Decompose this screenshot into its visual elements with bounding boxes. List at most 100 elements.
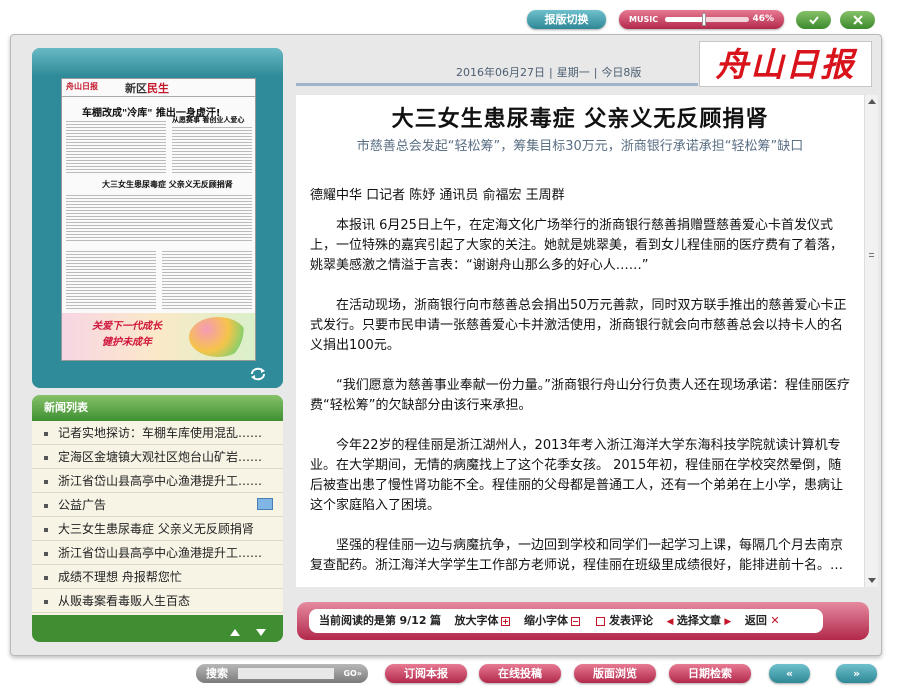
- thumbnail-headline[interactable]: 大三女生患尿毒症 父亲义无反顾捐肾: [102, 179, 233, 190]
- scroll-down-icon[interactable]: [868, 578, 876, 583]
- top-toolbar: 报版切换 MUSIC 46%: [0, 8, 918, 30]
- thumbnail-text-block: [66, 193, 252, 243]
- scroll-up-icon[interactable]: [868, 99, 876, 104]
- comment-icon: [596, 616, 606, 626]
- article-body: 本报讯 6月25日上午，在定海文化广场举行的浙商银行慈善捐赠暨慈善爱心卡首发仪式…: [310, 216, 852, 587]
- news-list-item[interactable]: 浙江省岱山县高亭中心渔港提升工……: [32, 469, 283, 493]
- search-go-button[interactable]: GO»: [343, 667, 362, 680]
- scroll-grip-icon[interactable]: [869, 251, 874, 259]
- current-article-label: 当前阅读的是第 9/12 篇: [319, 614, 441, 627]
- shrink-font-button[interactable]: 缩小字体: [524, 609, 580, 633]
- newspaper-logo: 舟山日报: [699, 41, 872, 87]
- article-paragraph: “我们愿意为慈善事业奉献一份力量。”浙商银行舟山分行负责人还在现场承诺：程佳丽医…: [310, 378, 850, 413]
- news-list-item[interactable]: 从贩毒案看毒贩人生百态: [32, 589, 283, 613]
- issue-date: 2016年06月27日: [456, 66, 545, 79]
- thumbnail-section: 新区民生: [125, 82, 169, 95]
- thumbnail-text-block: [66, 119, 166, 175]
- plus-icon: [501, 616, 511, 626]
- masthead-divider: [296, 83, 698, 86]
- subscribe-button[interactable]: 订阅本报: [385, 664, 467, 683]
- article-view: 大三女生患尿毒症 父亲义无反顾捐肾 市慈善总会发起“轻松筹”，筹集目标30万元，…: [296, 95, 864, 587]
- bullet-icon: [44, 503, 48, 508]
- news-list-item[interactable]: 大三女生患尿毒症 父亲义无反顾捐肾: [32, 517, 283, 541]
- page-thumbnail-panel: 舟山日报 新区民生 车棚改成"冷库" 推出一身虚汗! 从愿赛事 看创业人爱心 大…: [32, 48, 283, 388]
- date-search-button[interactable]: 日期检索: [669, 664, 751, 683]
- news-list-item[interactable]: 成绩不理想 舟报帮您忙: [32, 565, 283, 589]
- bullet-icon: [44, 599, 48, 604]
- music-volume-fill: [665, 17, 704, 22]
- article-scrollbar[interactable]: [864, 95, 878, 587]
- bullet-icon: [44, 455, 48, 460]
- thumbnail-masthead: 舟山日报 新区民生: [62, 79, 255, 97]
- thumbnail-ad-text: 健护未成年: [102, 337, 152, 348]
- search-input[interactable]: [238, 668, 334, 679]
- submit-article-button[interactable]: 在线投稿: [479, 664, 561, 683]
- thumbnail-text-block: [66, 249, 156, 309]
- article-byline: 德耀中华 口记者 陈妤 通讯员 俞福宏 王周群: [310, 188, 565, 203]
- image-icon: [257, 498, 273, 510]
- music-label: MUSIC: [629, 15, 659, 24]
- browse-pages-button[interactable]: 版面浏览: [574, 664, 656, 683]
- double-left-icon: «: [785, 667, 794, 680]
- balloons-image: [189, 317, 247, 357]
- thumbnail-ad[interactable]: 关爱下一代成长 健护未成年: [62, 313, 255, 360]
- arrow-down-icon[interactable]: [255, 628, 267, 637]
- refresh-button[interactable]: [247, 366, 269, 382]
- bottom-toolbar: 搜索 GO» 订阅本报 在线投稿 版面浏览 日期检索 « »: [0, 662, 918, 684]
- close-icon: ✕: [770, 614, 780, 627]
- article-paragraph: 今年22岁的程佳丽是浙江湖州人，2013年考入浙江海洋大学东海科技学院就读计算机…: [310, 438, 844, 513]
- search-label: 搜索: [206, 667, 228, 680]
- music-volume-slider[interactable]: [665, 13, 749, 26]
- music-control: MUSIC 46%: [619, 10, 784, 29]
- news-list-item[interactable]: 记者实地探访：车棚车库使用混乱……: [32, 421, 283, 445]
- news-list-title: 新闻列表: [32, 395, 283, 421]
- thumbnail-ad-text: 关爱下一代成长: [92, 321, 162, 332]
- music-volume-value: 46%: [752, 14, 774, 24]
- refresh-icon: [251, 367, 265, 381]
- bullet-icon: [44, 431, 48, 436]
- music-volume-knob[interactable]: [701, 13, 706, 26]
- article-paragraph: 坚强的程佳丽一边与病魔抗争，一边回到学校和同学们一起学习上课，每隔几个月去南京复…: [310, 538, 844, 573]
- mute-button[interactable]: [796, 11, 831, 29]
- news-list-panel: 新闻列表 记者实地探访：车棚车库使用混乱…… 定海区金塘镇大观社区炮台山矿岩………: [32, 395, 283, 642]
- enlarge-font-button[interactable]: 放大字体: [454, 609, 511, 633]
- thumbnail-header: [32, 48, 283, 76]
- back-button[interactable]: 返回 ✕: [745, 609, 780, 633]
- bullet-icon: [44, 527, 48, 532]
- issue-info: 2016年06月27日 | 星期一 | 今日8版: [456, 66, 642, 79]
- arrow-left-icon: ◀: [666, 617, 674, 627]
- news-list-pager: [229, 628, 267, 637]
- comment-button[interactable]: 发表评论: [593, 609, 653, 633]
- article-title: 大三女生患尿毒症 父亲义无反顾捐肾: [391, 107, 769, 132]
- reader-toolbar-content: 当前阅读的是第 9/12 篇 放大字体 缩小字体 发表评论 ◀ 选择文章 ▶ 返…: [309, 609, 823, 633]
- news-list-item[interactable]: 定海区金塘镇大观社区炮台山矿岩……: [32, 445, 283, 469]
- news-list-item[interactable]: 公益广告: [32, 493, 283, 517]
- page-thumbnail[interactable]: 舟山日报 新区民生 车棚改成"冷库" 推出一身虚汗! 从愿赛事 看创业人爱心 大…: [61, 78, 256, 361]
- article-paragraph: 在活动现场，浙商银行向市慈善总会捐出50万元善款，同时双方联手推出的慈善爱心卡正…: [310, 298, 847, 353]
- check-icon: [808, 16, 819, 25]
- thumbnail-text-block: [172, 125, 252, 175]
- thumbnail-headline[interactable]: 从愿赛事 看创业人爱心: [172, 115, 244, 125]
- search-box: 搜索 GO»: [196, 664, 368, 683]
- issue-weekday: 星期一: [556, 66, 590, 79]
- reader-toolbar: 当前阅读的是第 9/12 篇 放大字体 缩小字体 发表评论 ◀ 选择文章 ▶ 返…: [297, 602, 869, 640]
- arrow-up-icon[interactable]: [229, 628, 241, 637]
- bullet-icon: [44, 575, 48, 580]
- reader-frame: 舟山日报 新区民生 车棚改成"冷库" 推出一身虚汗! 从愿赛事 看创业人爱心 大…: [10, 34, 882, 656]
- close-icon: [852, 15, 863, 25]
- close-window-button[interactable]: [840, 11, 875, 29]
- previous-page-button[interactable]: «: [769, 664, 810, 683]
- minus-icon: [570, 616, 580, 626]
- issue-pages: 今日8版: [601, 66, 642, 79]
- article-subtitle: 市慈善总会发起“轻松筹”，筹集目标30万元，浙商银行承诺承担“轻松筹”缺口: [356, 139, 804, 154]
- bullet-icon: [44, 479, 48, 484]
- arrow-right-icon: ▶: [724, 617, 732, 627]
- thumbnail-logo: 舟山日报: [66, 82, 98, 91]
- edition-switch-button[interactable]: 报版切换: [527, 10, 606, 29]
- select-article-button[interactable]: ◀ 选择文章 ▶: [666, 609, 731, 634]
- next-page-button[interactable]: »: [836, 664, 877, 683]
- news-list-item[interactable]: 浙江省岱山县高亭中心渔港提升工……: [32, 541, 283, 565]
- bullet-icon: [44, 551, 48, 556]
- double-right-icon: »: [852, 667, 861, 680]
- news-list: 记者实地探访：车棚车库使用混乱…… 定海区金塘镇大观社区炮台山矿岩…… 浙江省岱…: [32, 421, 283, 615]
